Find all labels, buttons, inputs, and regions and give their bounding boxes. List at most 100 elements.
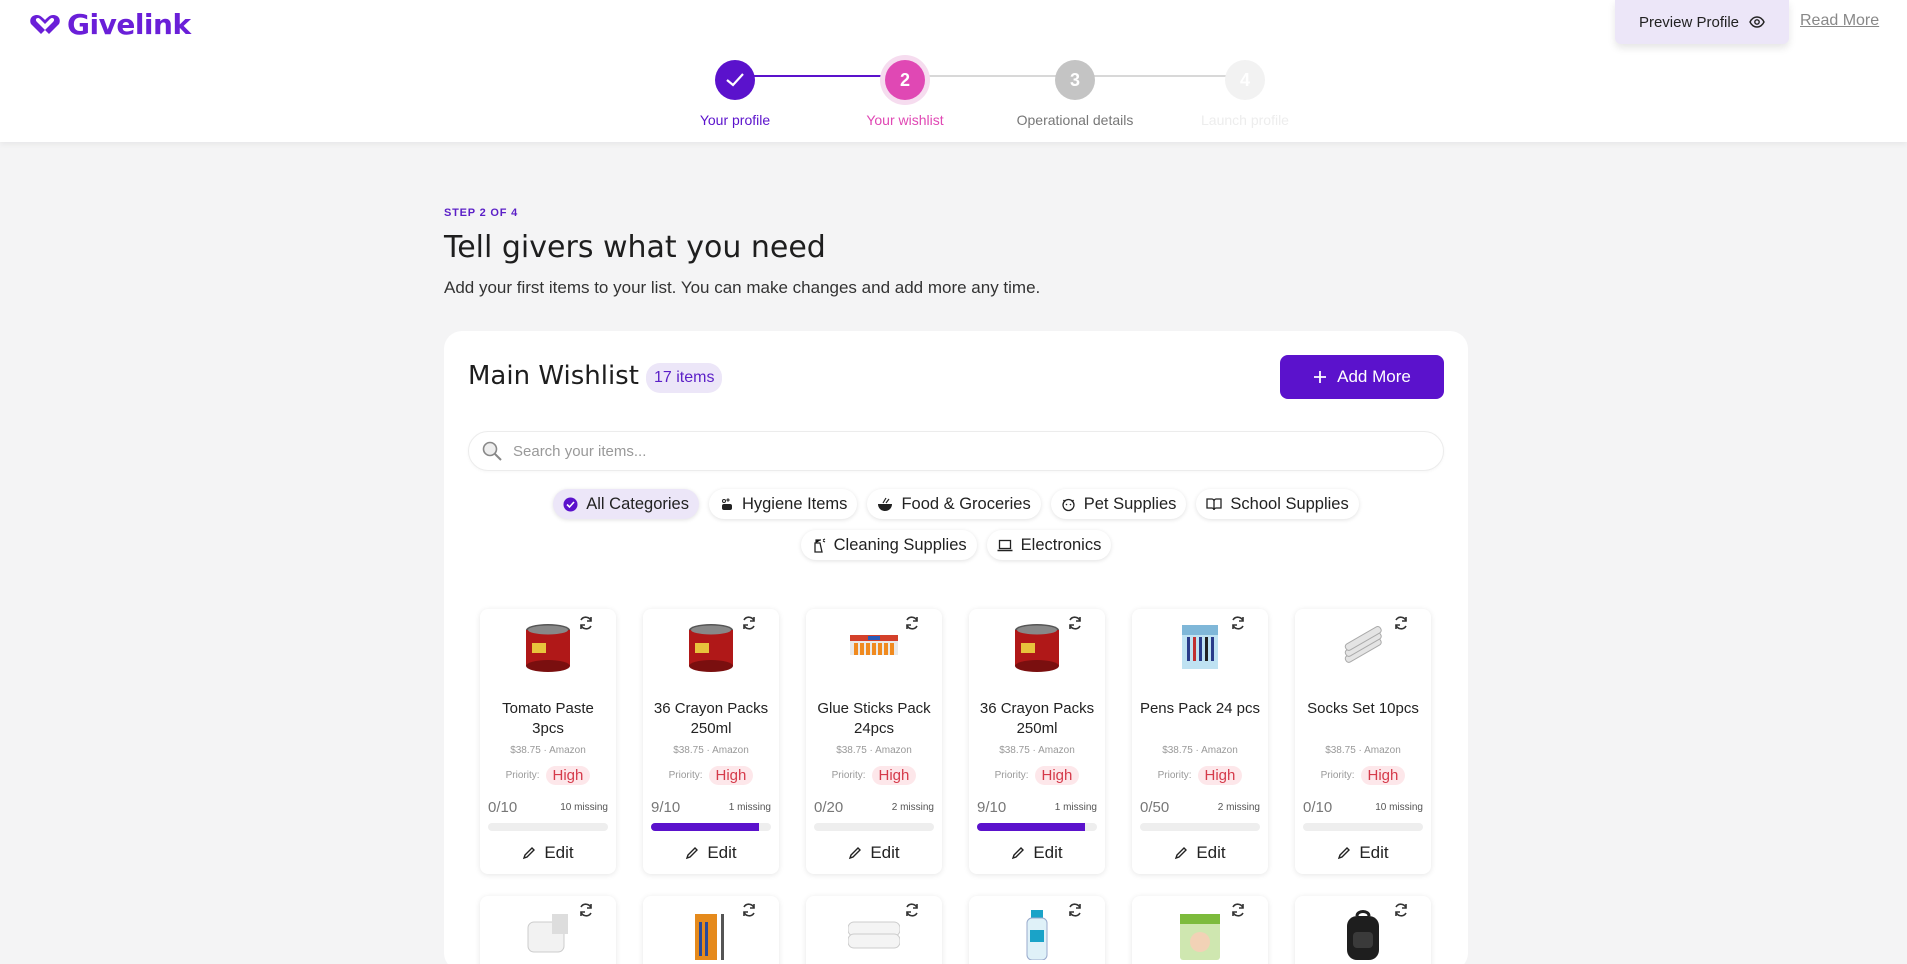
brand-logo[interactable]: Givelink bbox=[27, 8, 191, 41]
chip-all-categories[interactable]: All Categories bbox=[553, 489, 699, 519]
chip-label: Electronics bbox=[1020, 535, 1102, 554]
preview-profile-button[interactable]: Preview Profile bbox=[1615, 0, 1789, 44]
wishlist-item-card[interactable] bbox=[1295, 896, 1431, 964]
step-your-profile[interactable]: Your profile bbox=[650, 60, 820, 128]
edit-label: Edit bbox=[544, 843, 574, 862]
wishlist-item-card[interactable]: Pens Pack 24 pcs $38.75 · Amazon Priorit… bbox=[1132, 609, 1268, 874]
item-name: 36 Crayon Packs 250ml bbox=[979, 700, 1095, 737]
priority-badge: High bbox=[871, 766, 917, 785]
progress-bar bbox=[1303, 823, 1423, 831]
refresh-icon[interactable] bbox=[1230, 902, 1246, 918]
wishlist-item-card[interactable] bbox=[1132, 896, 1268, 964]
item-price-store: $38.75 · Amazon bbox=[1325, 745, 1401, 756]
category-chips-row-1: All Categories Hygiene Items Food & Groc… bbox=[444, 489, 1468, 519]
edit-button[interactable]: Edit bbox=[1295, 843, 1431, 863]
wishlist-item-card[interactable]: 36 Crayon Packs 250ml $38.75 · Amazon Pr… bbox=[969, 609, 1105, 874]
refresh-icon[interactable] bbox=[578, 615, 594, 631]
refresh-icon[interactable] bbox=[1393, 615, 1409, 631]
step-operational-details[interactable]: 3 Operational details bbox=[990, 60, 1160, 128]
wishlist-item-card[interactable]: Socks Set 10pcs $38.75 · Amazon Priority… bbox=[1295, 609, 1431, 874]
step-your-wishlist[interactable]: 2 Your wishlist bbox=[820, 60, 990, 128]
chip-cleaning-supplies[interactable]: Cleaning Supplies bbox=[800, 530, 977, 560]
search-input[interactable] bbox=[513, 442, 1413, 460]
pens-box-icon bbox=[1182, 625, 1218, 669]
laptop-icon bbox=[997, 539, 1013, 551]
progress-fill bbox=[977, 823, 1085, 831]
priority-row: Priority: High bbox=[1295, 766, 1431, 785]
refresh-icon[interactable] bbox=[1230, 615, 1246, 631]
missing-count: 1 missing bbox=[1054, 802, 1097, 813]
step-number-circle: 3 bbox=[1055, 60, 1095, 100]
quantity-fulfilled: 0/10 bbox=[488, 799, 518, 816]
chip-school-supplies[interactable]: School Supplies bbox=[1196, 489, 1359, 519]
wishlist-grid: Tomato Paste 3pcs $38.75 · Amazon Priori… bbox=[480, 609, 1431, 964]
priority-label: Priority: bbox=[668, 770, 703, 781]
pencil-icon bbox=[849, 847, 862, 860]
pencil-icon bbox=[1338, 847, 1351, 860]
edit-button[interactable]: Edit bbox=[643, 843, 779, 863]
eye-icon bbox=[1749, 16, 1765, 28]
chip-pet-supplies[interactable]: Pet Supplies bbox=[1050, 489, 1187, 519]
priority-label: Priority: bbox=[505, 770, 540, 781]
read-more-link[interactable]: Read More bbox=[1800, 12, 1879, 30]
chip-label: School Supplies bbox=[1230, 494, 1349, 513]
priority-row: Priority: High bbox=[806, 766, 942, 785]
chip-hygiene-items[interactable]: Hygiene Items bbox=[708, 489, 858, 519]
spray-icon bbox=[813, 537, 825, 553]
wishlist-item-card[interactable]: Tomato Paste 3pcs $38.75 · Amazon Priori… bbox=[480, 609, 616, 874]
refresh-icon[interactable] bbox=[741, 902, 757, 918]
top-header: Givelink Preview Profile Read More Your … bbox=[0, 0, 1907, 142]
priority-row: Priority: High bbox=[1132, 766, 1268, 785]
page-subtitle: Add your first items to your list. You c… bbox=[444, 278, 1041, 297]
refresh-icon[interactable] bbox=[741, 615, 757, 631]
edit-button[interactable]: Edit bbox=[969, 843, 1105, 863]
refresh-icon[interactable] bbox=[578, 902, 594, 918]
chip-label: Food & Groceries bbox=[901, 494, 1031, 513]
chip-label: Pet Supplies bbox=[1083, 494, 1177, 513]
item-price-store: $38.75 · Amazon bbox=[510, 745, 586, 756]
pillow-icon bbox=[527, 914, 568, 953]
item-name: Tomato Paste 3pcs bbox=[502, 700, 594, 737]
edit-button[interactable]: Edit bbox=[806, 843, 942, 863]
glue-icon bbox=[850, 635, 898, 655]
pet-icon bbox=[1062, 498, 1075, 511]
refresh-icon[interactable] bbox=[904, 902, 920, 918]
add-more-button[interactable]: Add More bbox=[1280, 355, 1444, 399]
wishlist-item-card[interactable] bbox=[643, 896, 779, 964]
refresh-icon[interactable] bbox=[904, 615, 920, 631]
item-name: Glue Sticks Pack 24pcs bbox=[817, 700, 931, 737]
quantity-fulfilled: 9/10 bbox=[651, 799, 681, 816]
item-price-store: $38.75 · Amazon bbox=[1162, 745, 1238, 756]
chip-label: Cleaning Supplies bbox=[833, 535, 967, 554]
wishlist-item-card[interactable] bbox=[969, 896, 1105, 964]
wishlist-item-card[interactable] bbox=[806, 896, 942, 964]
item-name: Pens Pack 24 pcs bbox=[1139, 700, 1261, 717]
wishlist-item-card[interactable] bbox=[480, 896, 616, 964]
wishlist-item-card[interactable]: 36 Crayon Packs 250ml $38.75 · Amazon Pr… bbox=[643, 609, 779, 874]
edit-button[interactable]: Edit bbox=[480, 843, 616, 863]
brand-name: Givelink bbox=[67, 8, 191, 41]
item-name: Socks Set 10pcs bbox=[1307, 700, 1419, 717]
quantity-fulfilled: 9/10 bbox=[977, 799, 1007, 816]
step-kicker: STEP 2 OF 4 bbox=[444, 207, 519, 219]
missing-count: 10 missing bbox=[560, 802, 608, 813]
refresh-icon[interactable] bbox=[1393, 902, 1409, 918]
step-label: Your wishlist bbox=[866, 112, 944, 128]
towel-icon bbox=[848, 921, 900, 949]
edit-label: Edit bbox=[707, 843, 737, 862]
page-title: Tell givers what you need bbox=[444, 230, 826, 265]
priority-label: Priority: bbox=[1320, 770, 1355, 781]
missing-count: 2 missing bbox=[891, 802, 934, 813]
refresh-icon[interactable] bbox=[1067, 902, 1083, 918]
wishlist-item-card[interactable]: Glue Sticks Pack 24pcs $38.75 · Amazon P… bbox=[806, 609, 942, 874]
edit-button[interactable]: Edit bbox=[1132, 843, 1268, 863]
backpack-icon bbox=[1347, 910, 1379, 960]
pencils-icon bbox=[695, 914, 724, 960]
chip-food-groceries[interactable]: Food & Groceries bbox=[867, 489, 1041, 519]
socks-icon bbox=[1344, 625, 1382, 663]
can-icon bbox=[526, 624, 570, 672]
priority-label: Priority: bbox=[1157, 770, 1192, 781]
refresh-icon[interactable] bbox=[1067, 615, 1083, 631]
chip-electronics[interactable]: Electronics bbox=[986, 530, 1112, 560]
missing-count: 10 missing bbox=[1375, 802, 1423, 813]
